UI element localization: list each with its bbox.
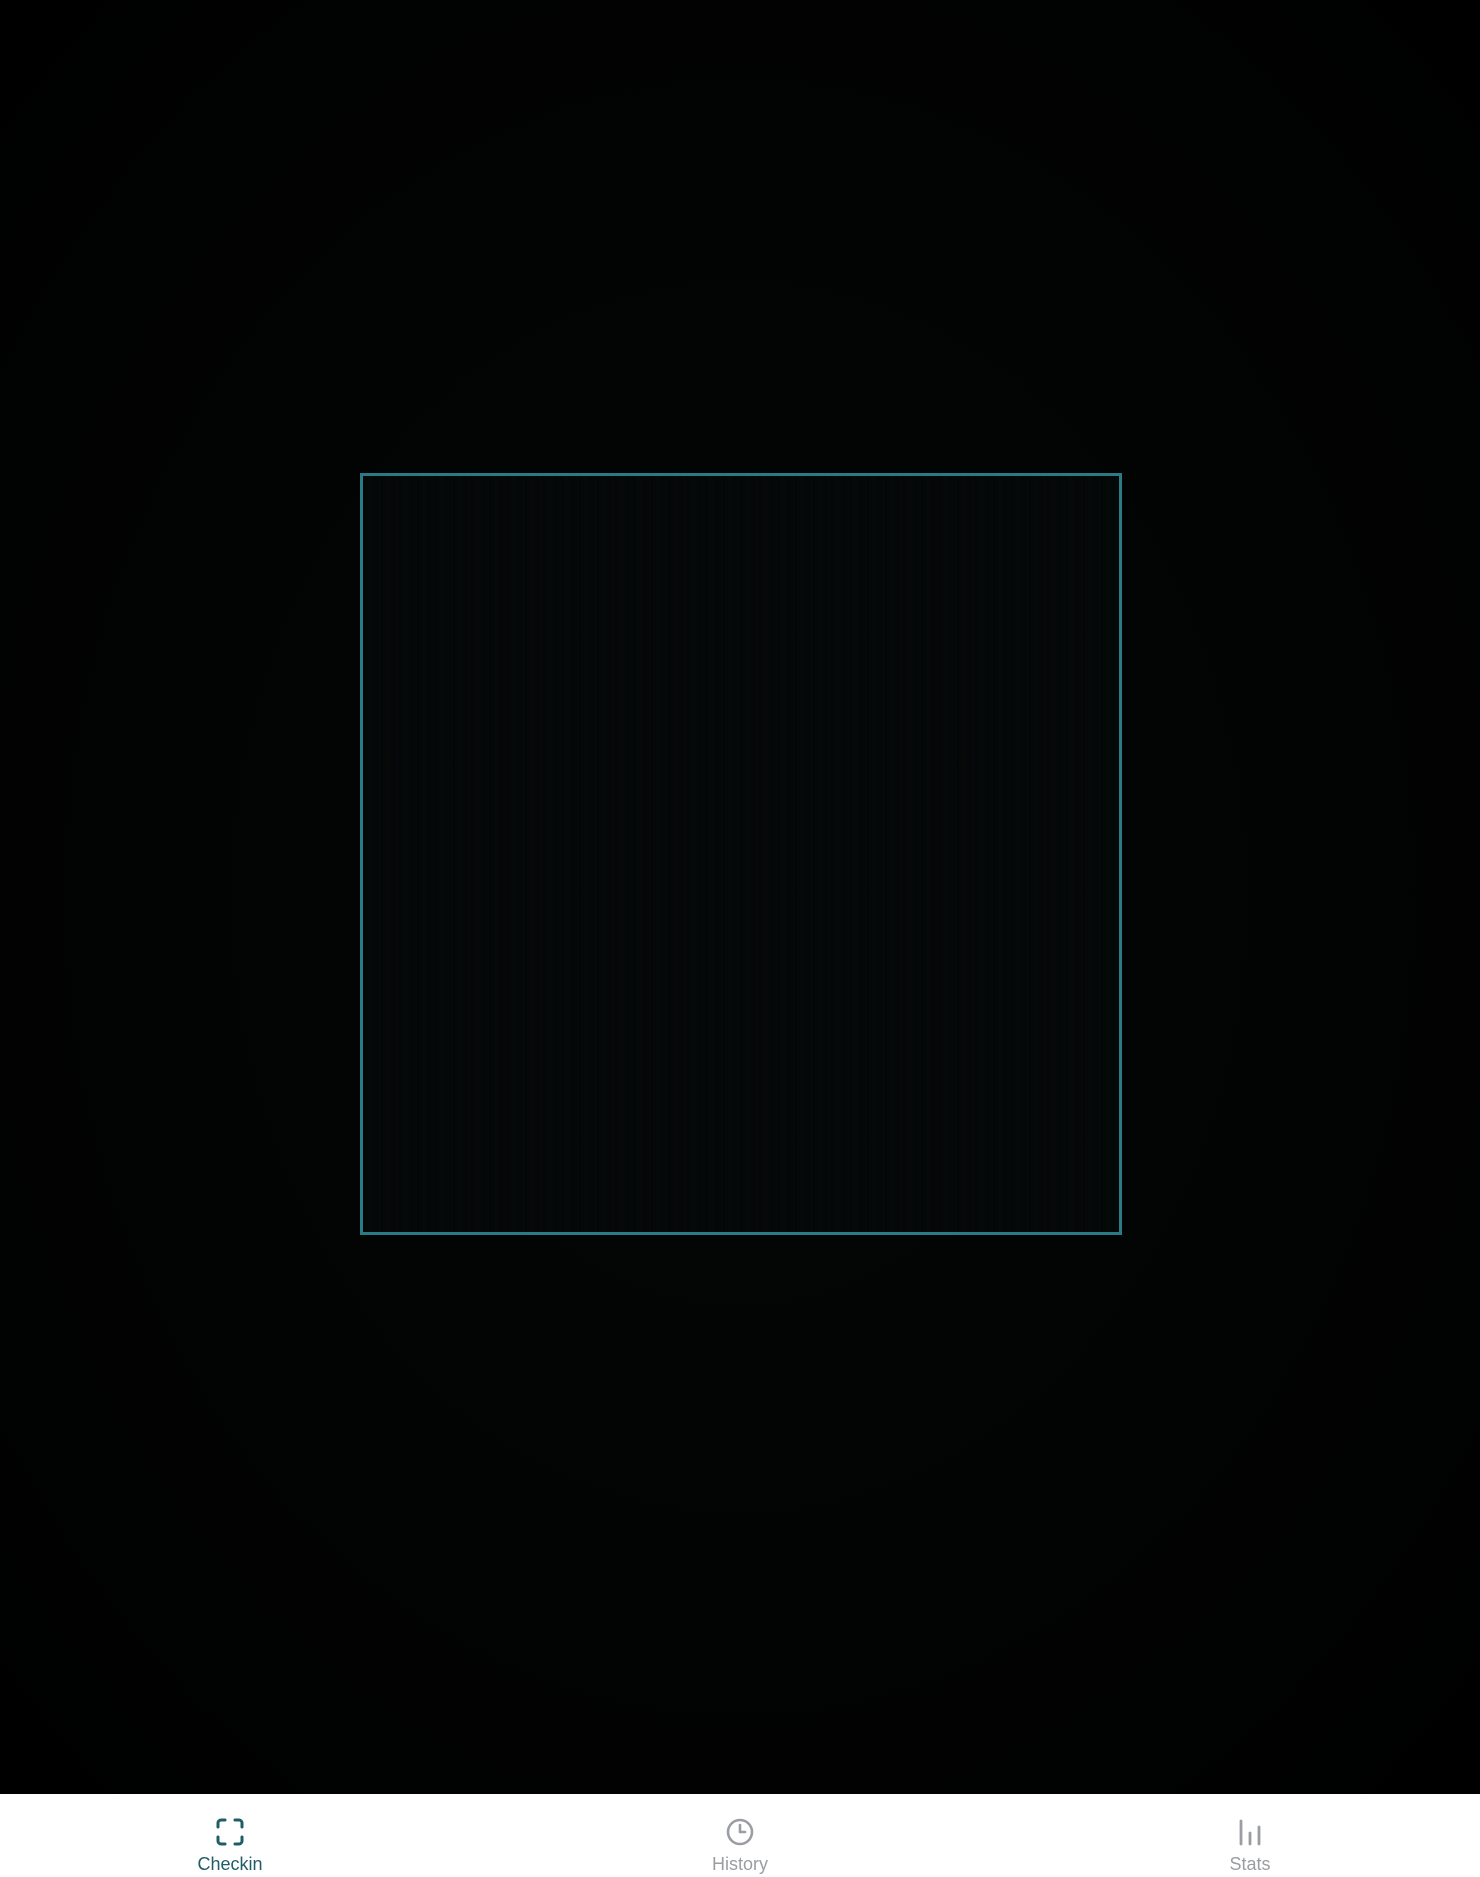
tab-checkin[interactable]: Checkin <box>150 1816 310 1874</box>
bottom-tab-bar: Checkin History Stats <box>0 1794 1480 1877</box>
app-root: Checkin History Stats <box>0 0 1480 1877</box>
scan-frame <box>360 473 1122 1235</box>
scan-icon <box>216 1818 244 1846</box>
bar-chart-icon <box>1239 1819 1261 1846</box>
tab-checkin-label: Checkin <box>197 1854 263 1874</box>
tab-stats[interactable]: Stats <box>1170 1816 1330 1874</box>
tab-history[interactable]: History <box>660 1816 820 1874</box>
tab-stats-label: Stats <box>1229 1854 1271 1874</box>
tab-history-label: History <box>711 1854 768 1874</box>
camera-preview <box>0 0 1480 1794</box>
clock-icon <box>726 1818 754 1846</box>
